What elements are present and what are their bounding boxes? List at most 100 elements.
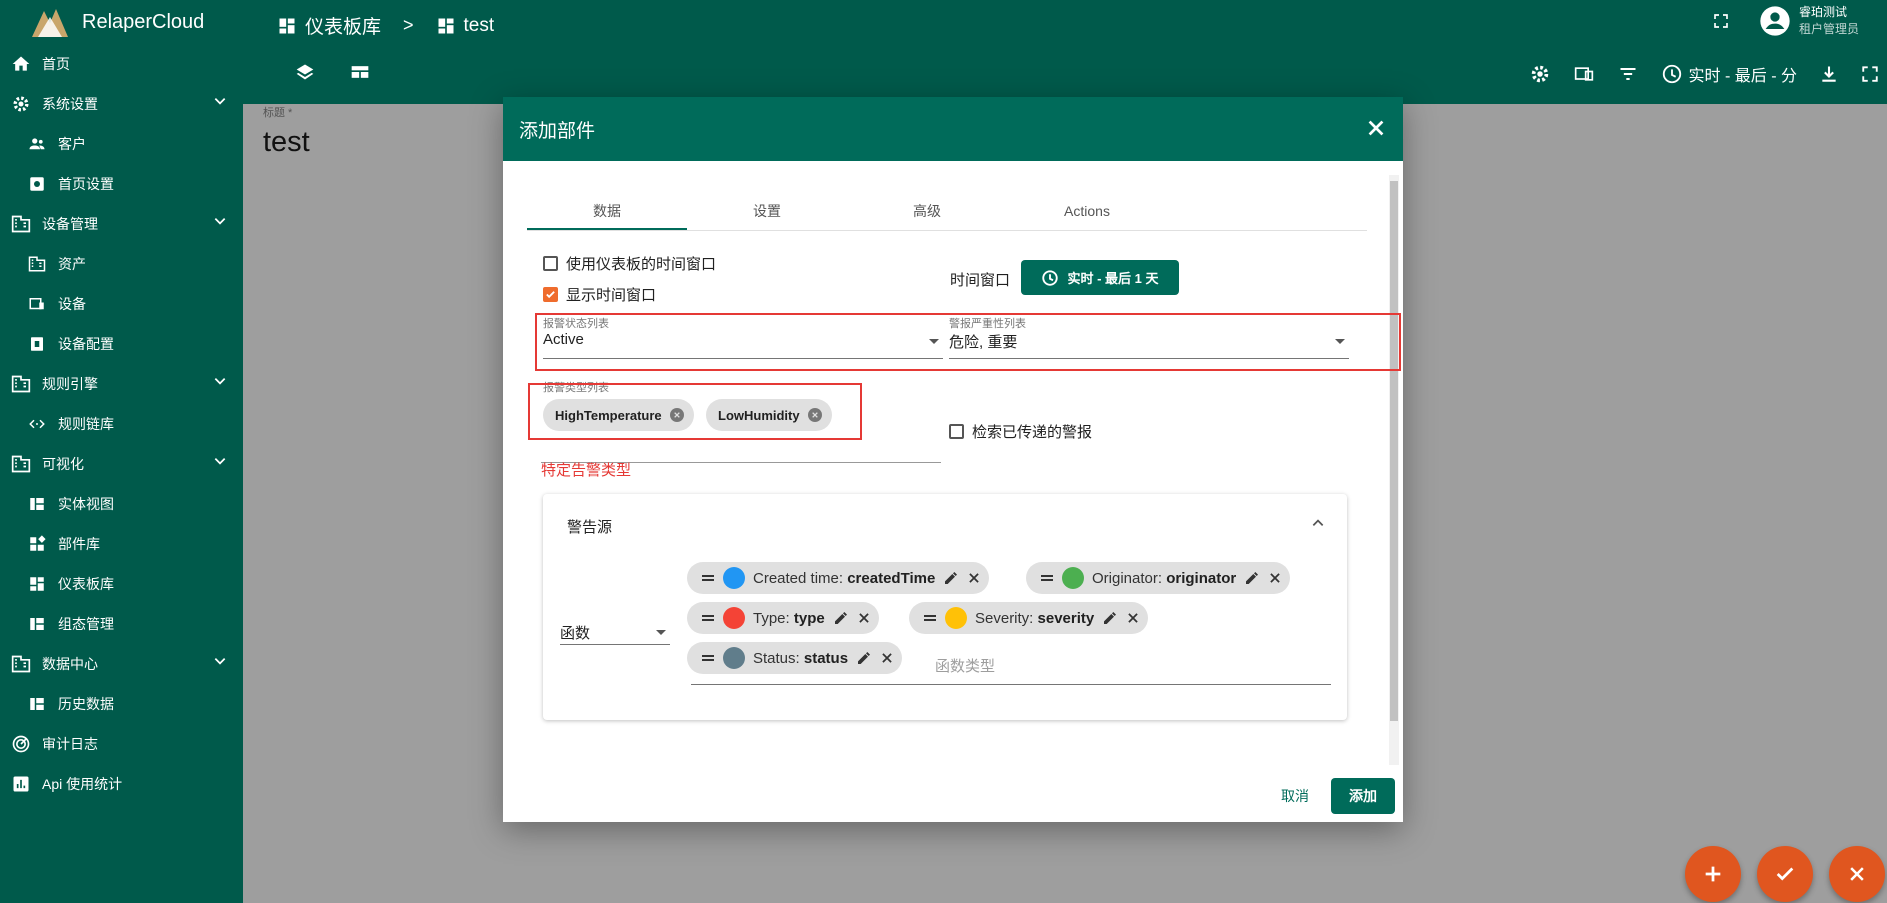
sidebar-item-rule-chains[interactable]: 规则链库 xyxy=(0,404,243,444)
sidebar-item-system-settings[interactable]: 系统设置 xyxy=(0,84,243,124)
timewindow-button[interactable]: 实时 - 最后 - 分 xyxy=(1661,62,1797,86)
drag-handle-icon[interactable] xyxy=(701,653,715,663)
close-icon[interactable] xyxy=(1365,117,1387,139)
checkbox-box[interactable] xyxy=(543,287,558,302)
sidebar-item-visualization[interactable]: 可视化 xyxy=(0,444,243,484)
add-widget-fab[interactable] xyxy=(1685,846,1741,902)
key-color-dot[interactable] xyxy=(1062,567,1084,589)
drag-handle-icon[interactable] xyxy=(701,573,715,583)
datasource-type-select[interactable]: 函数 xyxy=(560,617,670,645)
track-changes-icon xyxy=(10,733,32,755)
view-compact-icon[interactable] xyxy=(349,62,371,82)
alarm-status-select[interactable]: 报警状态列表 Active xyxy=(543,315,943,359)
widgets-icon xyxy=(26,533,48,555)
chevron-up-icon[interactable] xyxy=(1311,516,1325,530)
sidebar-item-scada[interactable]: 组态管理 xyxy=(0,604,243,644)
key-color-dot[interactable] xyxy=(945,607,967,629)
keys-input[interactable]: 函数类型 xyxy=(935,655,995,676)
filter-icon[interactable] xyxy=(1617,64,1639,84)
cancel-icon[interactable] xyxy=(669,408,684,422)
edit-icon[interactable] xyxy=(856,650,872,666)
drag-handle-icon[interactable] xyxy=(923,613,937,623)
edit-icon[interactable] xyxy=(1102,610,1118,626)
field-label: 警报严重性列表 xyxy=(949,318,1026,330)
edit-icon[interactable] xyxy=(943,570,959,586)
key-color-dot[interactable] xyxy=(723,647,745,669)
sidebar-item-api-usage[interactable]: Api 使用统计 xyxy=(0,764,243,804)
timewindow-value: 实时 - 最后 1 天 xyxy=(1067,271,1159,286)
device-profile-icon xyxy=(26,333,48,355)
data-key-chip[interactable]: Status: status xyxy=(687,642,903,674)
drag-handle-icon[interactable] xyxy=(1040,573,1054,583)
use-dashboard-timewindow-checkbox[interactable]: 使用仪表板的时间窗口 xyxy=(543,253,716,274)
alarm-type-chip[interactable]: HighTemperature xyxy=(543,399,694,431)
sidebar-item-history-data[interactable]: 历史数据 xyxy=(0,684,243,724)
sidebar-item-audit-logs[interactable]: 审计日志 xyxy=(0,724,243,764)
checkbox-box[interactable] xyxy=(543,256,558,271)
edit-icon[interactable] xyxy=(833,610,849,626)
fullscreen-icon[interactable] xyxy=(1713,13,1729,29)
display-timewindow-checkbox[interactable]: 显示时间窗口 xyxy=(543,284,656,305)
close-icon[interactable] xyxy=(857,611,871,625)
edit-icon[interactable] xyxy=(1244,570,1260,586)
account-circle-icon[interactable] xyxy=(1759,5,1791,37)
sidebar-item-home[interactable]: 首页 xyxy=(0,44,243,84)
annotation-note: 特定告警类型 xyxy=(541,462,632,479)
tab-data[interactable]: 数据 xyxy=(527,193,687,230)
breadcrumb-current: test xyxy=(463,14,495,36)
sidebar-item-label: 首页设置 xyxy=(58,176,114,192)
tab-actions[interactable]: Actions xyxy=(1007,193,1167,230)
tab-advanced[interactable]: 高级 xyxy=(847,193,1007,230)
sidebar-item-devices[interactable]: 设备 xyxy=(0,284,243,324)
key-color-dot[interactable] xyxy=(723,607,745,629)
clock-icon xyxy=(1042,269,1059,286)
drag-handle-icon[interactable] xyxy=(701,613,715,623)
tab-settings[interactable]: 设置 xyxy=(687,193,847,230)
layers-icon[interactable] xyxy=(295,62,315,82)
settings-icon[interactable] xyxy=(1529,63,1551,85)
timewindow-button[interactable]: 实时 - 最后 1 天 xyxy=(1021,260,1179,295)
sidebar-item-device-management[interactable]: 设备管理 xyxy=(0,204,243,244)
data-key-chip[interactable]: Created time: createdTime xyxy=(687,562,990,594)
data-key-chip[interactable]: Originator: originator xyxy=(1026,562,1291,594)
alarm-severity-select[interactable]: 警报严重性列表 危险, 重要 xyxy=(949,315,1349,359)
app-logo[interactable]: RelaperCloud xyxy=(0,0,243,44)
top-toolbar: 仪表板库 > test 睿珀测试 租户管理员 实时 - 最后 - 分 xyxy=(243,0,1887,104)
close-icon[interactable] xyxy=(880,651,894,665)
alarm-type-chip[interactable]: LowHumidity xyxy=(706,399,832,431)
close-icon[interactable] xyxy=(1126,611,1140,625)
key-color-dot[interactable] xyxy=(723,567,745,589)
fullscreen-icon[interactable] xyxy=(1861,65,1879,83)
sidebar-item-entity-views[interactable]: 实体视图 xyxy=(0,484,243,524)
sidebar-item-data-center[interactable]: 数据中心 xyxy=(0,644,243,684)
breadcrumb-dashboards[interactable]: 仪表板库 xyxy=(305,12,381,39)
data-key-chip[interactable]: Severity: severity xyxy=(909,602,1149,634)
discard-changes-fab[interactable] xyxy=(1829,846,1885,902)
sidebar-item-dashboards[interactable]: 仪表板库 xyxy=(0,564,243,604)
sidebar-item-assets[interactable]: 资产 xyxy=(0,244,243,284)
search-propagated-checkbox[interactable]: 检索已传递的警报 xyxy=(949,421,1092,442)
dashboard-title[interactable]: test xyxy=(263,126,310,159)
data-key-chip[interactable]: Type: type xyxy=(687,602,879,634)
cancel-button[interactable]: 取消 xyxy=(1281,786,1309,806)
sidebar-item-home-settings[interactable]: 首页设置 xyxy=(0,164,243,204)
sidebar-item-device-profiles[interactable]: 设备配置 xyxy=(0,324,243,364)
dialog-scrollbar[interactable] xyxy=(1389,175,1399,765)
sidebar-item-widgets-library[interactable]: 部件库 xyxy=(0,524,243,564)
sidebar-item-label: 规则链库 xyxy=(58,416,114,432)
sidebar-item-rule-engine[interactable]: 规则引擎 xyxy=(0,364,243,404)
download-icon[interactable] xyxy=(1819,64,1839,84)
scrollbar-thumb[interactable] xyxy=(1390,181,1398,721)
apply-changes-fab[interactable] xyxy=(1757,846,1813,902)
user-menu[interactable]: 睿珀测试 租户管理员 xyxy=(1713,4,1859,38)
add-button[interactable]: 添加 xyxy=(1331,778,1395,814)
gear-icon xyxy=(10,93,32,115)
close-icon[interactable] xyxy=(1268,571,1282,585)
check-icon xyxy=(1776,867,1794,881)
devices-icon[interactable] xyxy=(1573,64,1595,84)
checkbox-box[interactable] xyxy=(949,424,964,439)
keys-underline xyxy=(691,684,1331,685)
cancel-icon[interactable] xyxy=(807,408,822,422)
sidebar-item-customers[interactable]: 客户 xyxy=(0,124,243,164)
close-icon[interactable] xyxy=(967,571,981,585)
